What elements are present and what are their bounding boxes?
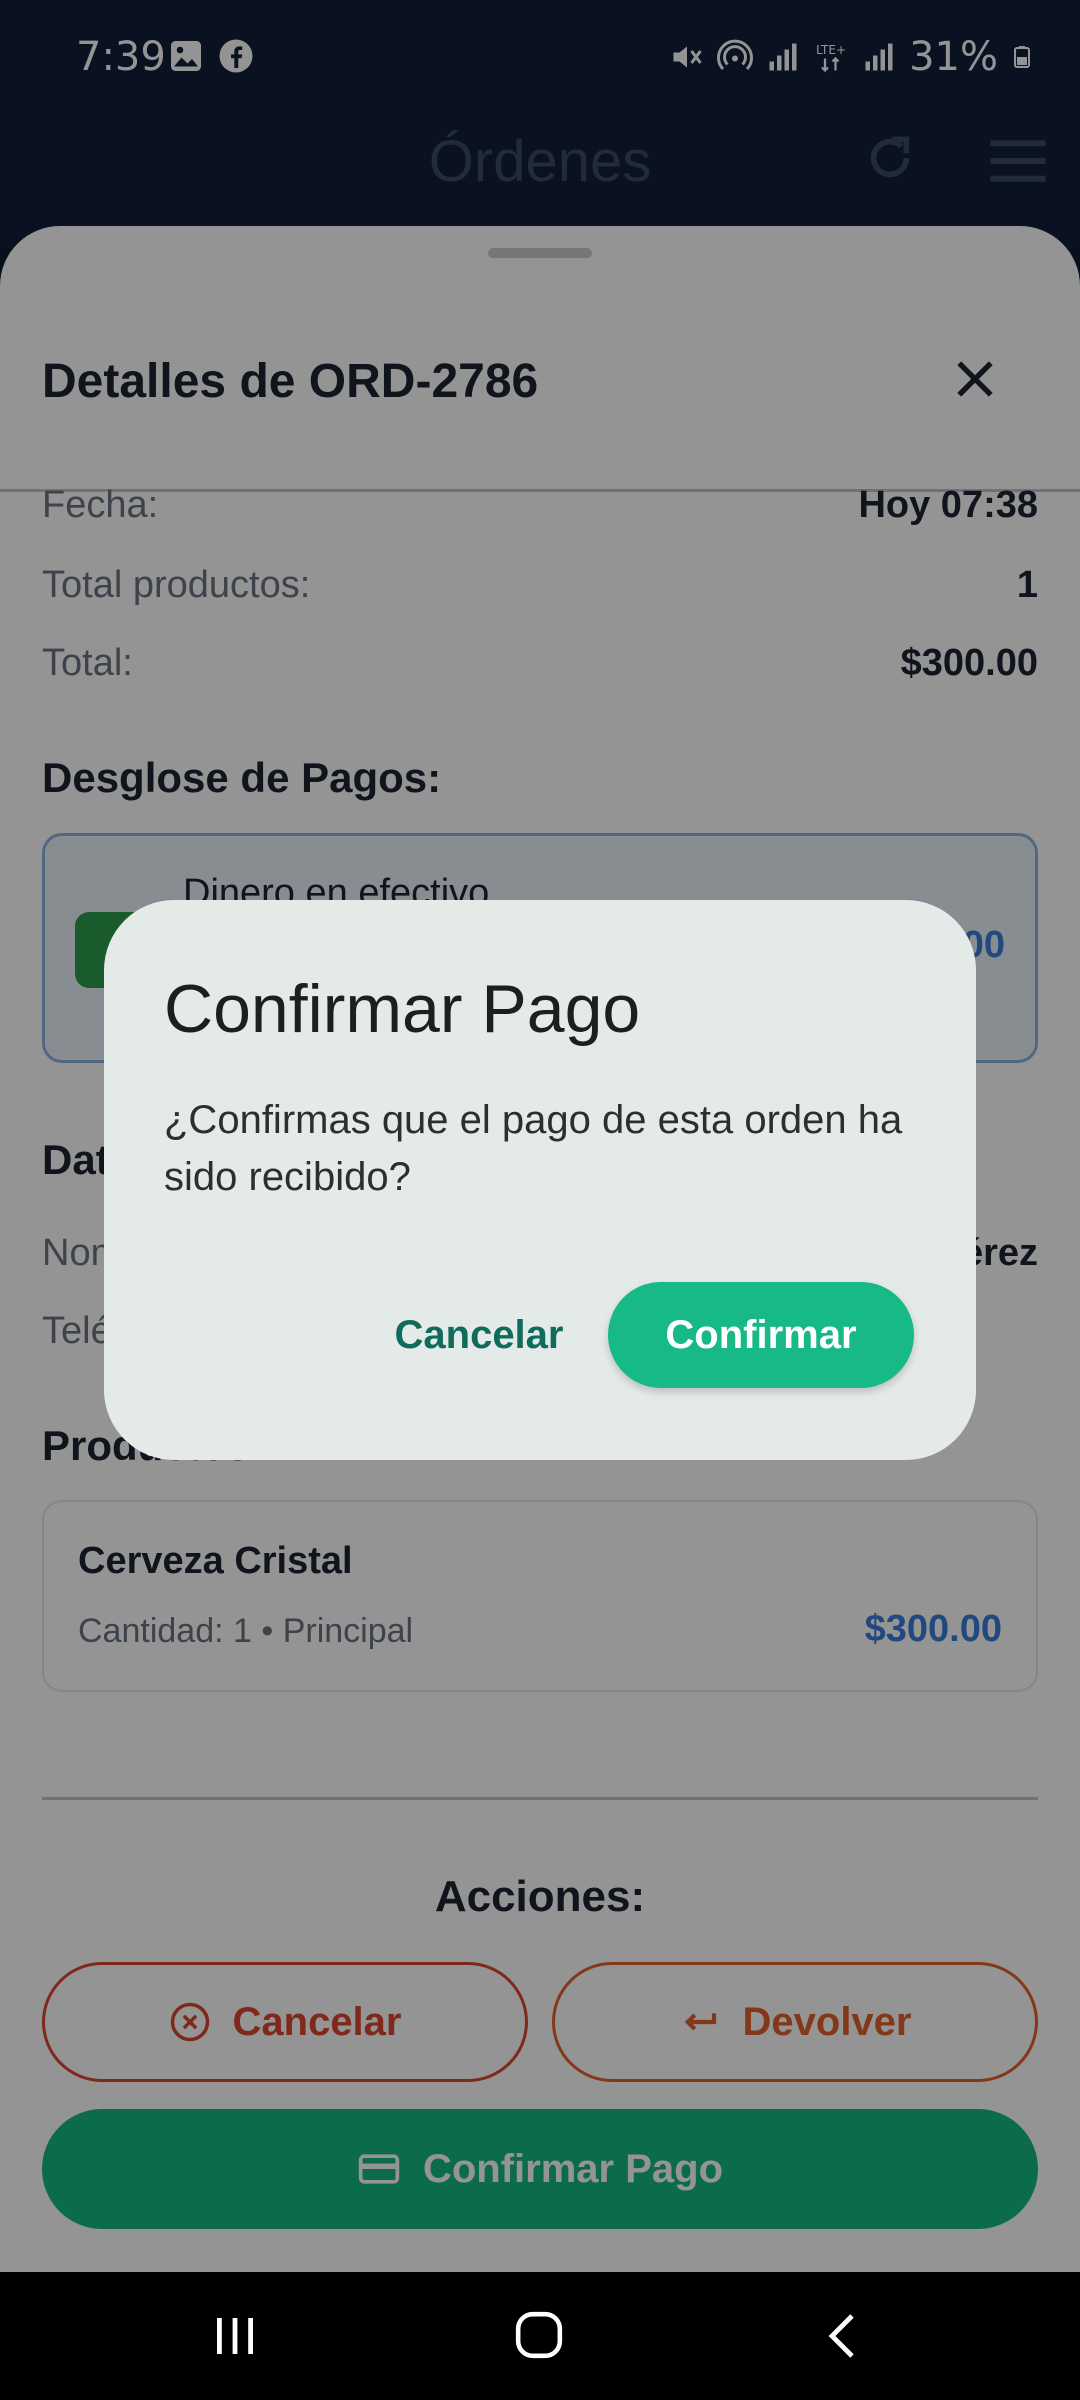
home-icon[interactable] (514, 2310, 564, 2360)
dialog-title: Confirmar Pago (164, 971, 641, 1047)
dialog-cancel-button[interactable]: Cancelar (374, 1282, 584, 1388)
system-nav-bar (0, 2272, 1080, 2400)
back-icon[interactable] (824, 2312, 860, 2360)
recents-icon[interactable] (210, 2314, 260, 2358)
confirm-payment-dialog: Confirmar Pago ¿Confirmas que el pago de… (104, 900, 976, 1460)
dialog-message: ¿Confirmas que el pago de esta orden ha … (164, 1098, 903, 1199)
dialog-confirm-button[interactable]: Confirmar (608, 1282, 914, 1388)
